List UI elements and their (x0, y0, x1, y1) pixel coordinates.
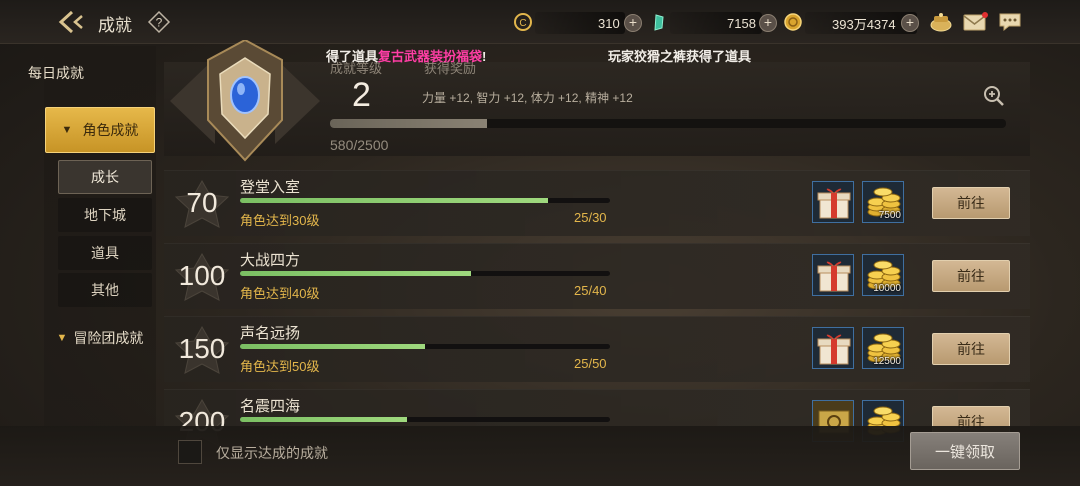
reward-bonus: 力量 +12, 智力 +12, 体力 +12, 精神 +12 (422, 91, 633, 105)
page-title: 成就 (98, 16, 132, 35)
achievement-progress-fill (240, 271, 472, 276)
zoom-in-icon (984, 86, 1004, 106)
show-completed-checkbox[interactable] (178, 440, 202, 464)
currency-1-add-button[interactable]: + (624, 14, 642, 32)
back-arrow-icon (58, 10, 83, 34)
currency-3: 393万4374 (832, 13, 896, 33)
currency-2-add-button[interactable]: + (759, 14, 777, 32)
chat-icon (999, 13, 1021, 32)
achievement-row: 200 名震四海 前往 (164, 389, 1030, 447)
reward-gold-slot[interactable]: 7500 (862, 181, 904, 223)
chat-button[interactable] (997, 11, 1023, 33)
svg-text:C: C (519, 18, 526, 29)
gift-box-icon (817, 261, 851, 292)
sidebar-item-adventure[interactable]: ▼ 冒险团成就 (44, 316, 156, 360)
achievement-name: 大战四方 (240, 252, 301, 269)
currency-3-value: 393万4374 (832, 16, 896, 32)
achievement-name: 登堂入室 (240, 179, 301, 196)
reward-gold-slot[interactable]: 10000 (862, 254, 904, 296)
currency-1: 310 (598, 13, 620, 33)
mail-button[interactable] (962, 11, 988, 33)
achievement-row: 100 大战四方 角色达到40级 25/40 10000 前往 (164, 243, 1030, 309)
zoom-button[interactable] (982, 84, 1006, 108)
mail-icon (963, 12, 988, 31)
achievement-points: 150 (178, 333, 226, 364)
achievement-name: 声名远扬 (240, 325, 301, 342)
help-button[interactable]: ? (147, 10, 171, 34)
achievement-name: 名震四海 (240, 398, 301, 415)
achievement-points: 100 (178, 260, 226, 291)
achievement-requirement: 角色达到40级 (240, 286, 320, 301)
currency-3-add-button[interactable]: + (901, 14, 919, 32)
achievement-progress-text: 25/40 (574, 283, 607, 298)
level-progress-text: 580/2500 (330, 137, 389, 153)
sub-item-items[interactable]: 道具 (58, 236, 152, 270)
reward-gift-slot[interactable] (812, 254, 854, 296)
sidebar-item-daily[interactable]: 每日成就 (0, 51, 112, 95)
reward-gold-amount: 12500 (873, 356, 901, 367)
reward-gift-slot[interactable] (812, 181, 854, 223)
ticker-left-suffix: ! (482, 49, 487, 64)
level-progress-fill (330, 119, 487, 128)
achievement-progress-bar (240, 344, 610, 349)
reward-gold-amount: 10000 (873, 283, 901, 294)
achievement-progress-fill (240, 198, 549, 203)
achievement-emblem-icon (170, 40, 320, 162)
gift-box-icon (817, 334, 851, 365)
treasure-pot-icon (930, 13, 952, 32)
level-progress-bar (330, 119, 1006, 128)
treasure-pot-button[interactable] (928, 11, 954, 33)
reward-gold-slot[interactable]: 12500 (862, 327, 904, 369)
achievement-progress-bar (240, 417, 610, 422)
ticker-left-prefix: 得了道具 (326, 49, 379, 64)
ticker-left: 得了道具复古武器装扮福袋! (326, 46, 516, 66)
back-button[interactable] (58, 8, 88, 36)
go-button[interactable]: 前往 (932, 333, 1010, 365)
claim-all-button[interactable]: 一键领取 (910, 432, 1020, 470)
chevron-down-icon: ▼ (56, 332, 68, 344)
ticker-left-item: 复古武器装扮福袋 (378, 49, 483, 64)
achievement-row: 150 声名远扬 角色达到50级 25/50 12500 前往 (164, 316, 1030, 382)
achievement-requirement: 角色达到50级 (240, 359, 320, 374)
achievement-progress-text: 25/30 (574, 210, 607, 225)
svg-text:?: ? (156, 16, 163, 30)
go-button[interactable]: 前往 (932, 260, 1010, 292)
achievement-progress-bar (240, 198, 610, 203)
chevron-down-icon: ▼ (61, 124, 73, 136)
currency-1-value: 310 (598, 15, 620, 31)
sub-item-growth[interactable]: 成长 (58, 160, 152, 194)
sidebar-item-role-label: 角色成就 (82, 122, 139, 138)
ticker-right: 玩家狡猾之裤获得了道具 (608, 49, 752, 64)
show-completed-label: 仅显示达成的成就 (216, 445, 328, 461)
go-button[interactable]: 前往 (932, 187, 1010, 219)
gift-box-icon (817, 188, 851, 219)
achievement-row: 70 登堂入室 角色达到30级 25/30 7500 前往 (164, 170, 1030, 236)
achievement-points: 70 (186, 187, 218, 218)
sidebar-item-adventure-label: 冒险团成就 (73, 330, 144, 346)
sidebar-item-role[interactable]: ▼ 角色成就 (45, 107, 155, 153)
currency-2-value: 7158 (727, 15, 756, 31)
achievement-progress-text: 25/50 (574, 356, 607, 371)
achievement-progress-fill (240, 417, 407, 422)
help-icon: ? (147, 10, 171, 34)
achievement-progress-fill (240, 344, 425, 349)
achievement-level: 2 (352, 76, 371, 114)
achievement-requirement: 角色达到30级 (240, 213, 320, 228)
sub-item-dungeon[interactable]: 地下城 (58, 198, 152, 232)
achievement-progress-bar (240, 271, 610, 276)
reward-gold-amount: 7500 (878, 210, 901, 221)
currency-2: 7158 (727, 13, 756, 33)
sub-item-other[interactable]: 其他 (58, 273, 152, 307)
reward-gift-slot[interactable] (812, 327, 854, 369)
